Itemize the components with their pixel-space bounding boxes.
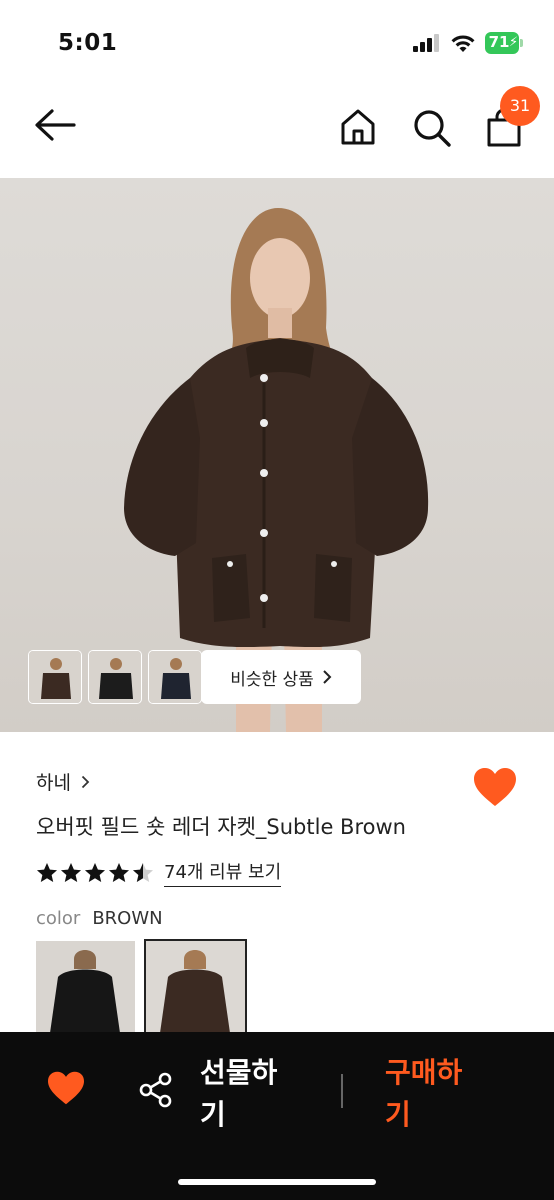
buy-button[interactable]: 구매하기 (385, 1052, 475, 1136)
color-swatches (36, 939, 247, 1035)
bottom-action-bar: 선물하기 구매하기 (0, 1032, 554, 1200)
color-value: BROWN (92, 908, 163, 929)
similar-products-button[interactable]: 비슷한 상품 (201, 650, 361, 704)
thumbnail-1[interactable] (28, 650, 82, 704)
brand-name: 하네 (36, 772, 71, 794)
heart-icon[interactable] (472, 766, 518, 808)
star-icon (61, 862, 81, 882)
product-photo (124, 208, 429, 732)
wifi-icon (451, 35, 475, 52)
back-arrow-icon[interactable] (34, 108, 76, 142)
thumbnail-2[interactable] (88, 650, 142, 704)
color-row: color BROWN (36, 908, 163, 929)
divider (341, 1074, 343, 1108)
home-indicator (178, 1179, 376, 1185)
image-thumbnails (28, 650, 202, 704)
star-icon (133, 862, 153, 882)
heart-icon[interactable] (46, 1070, 86, 1106)
product-name: 오버핏 필드 숏 레더 자켓_Subtle Brown (36, 815, 406, 839)
status-bar: 5:01 71 ⚡ (0, 0, 554, 80)
chevron-right-icon (81, 775, 90, 788)
review-link[interactable]: 74개 리뷰 보기 (164, 858, 282, 887)
star-icon (37, 862, 57, 882)
brand-link[interactable]: 하네 (36, 768, 90, 795)
product-image[interactable]: 비슷한 상품 (0, 178, 554, 732)
battery-level: 71 (488, 33, 510, 51)
star-rating (36, 862, 154, 884)
share-icon[interactable] (138, 1072, 174, 1108)
similar-products-label: 비슷한 상품 (230, 669, 314, 690)
status-time: 5:01 (58, 30, 118, 56)
color-swatch-brown[interactable] (144, 939, 247, 1035)
signal-icon (413, 34, 441, 52)
search-icon[interactable] (412, 108, 452, 148)
star-icon (109, 862, 129, 882)
cart-count-badge: 31 (500, 86, 540, 126)
chevron-right-icon (323, 670, 332, 684)
gift-button[interactable]: 선물하기 (200, 1052, 290, 1136)
top-navigation (0, 80, 554, 178)
rating-row: 74개 리뷰 보기 (36, 858, 282, 887)
thumbnail-3[interactable] (148, 650, 202, 704)
color-swatch-black[interactable] (36, 941, 135, 1033)
battery-icon: 71 ⚡ (485, 32, 523, 54)
home-icon[interactable] (340, 108, 376, 146)
color-label: color (36, 908, 81, 929)
star-icon (85, 862, 105, 882)
